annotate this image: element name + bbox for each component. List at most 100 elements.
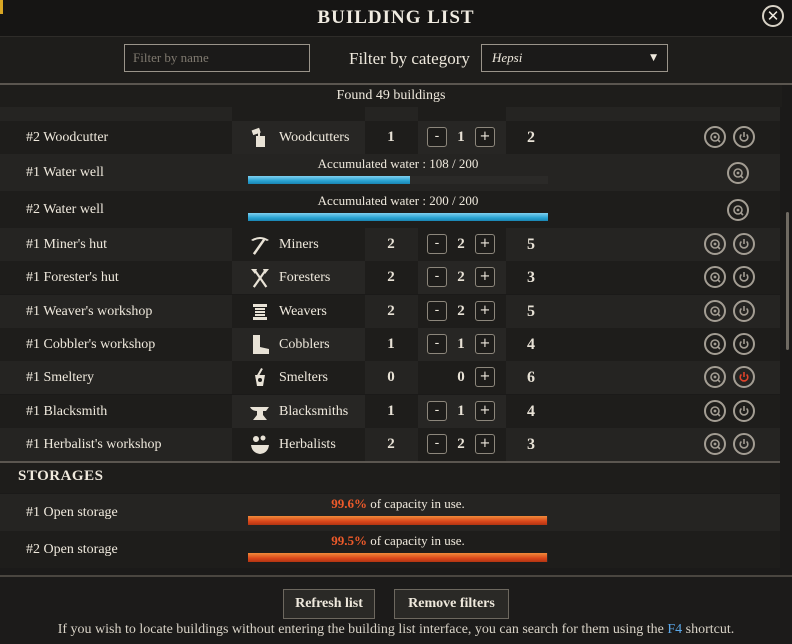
- increase-workers-button[interactable]: +: [475, 334, 495, 354]
- decrease-workers-button[interactable]: -: [427, 334, 447, 354]
- increase-workers-button[interactable]: +: [475, 234, 495, 254]
- worker-stepper: -2 +: [418, 428, 506, 461]
- power-toggle-button[interactable]: [733, 266, 755, 288]
- locate-button[interactable]: [727, 199, 749, 221]
- max-workers: 3: [527, 269, 535, 286]
- assigned-workers: 1: [457, 336, 465, 352]
- pickaxe-icon: [248, 233, 272, 257]
- max-workers: 5: [527, 236, 535, 253]
- job-cell: Cobblers: [232, 328, 365, 361]
- locate-button[interactable]: [704, 333, 726, 355]
- building-name: #1 Herbalist's workshop: [26, 437, 162, 452]
- decrease-workers-button[interactable]: -: [427, 127, 447, 147]
- locate-icon: [709, 238, 721, 250]
- category-select-value: Hepsi: [492, 50, 523, 65]
- spool-icon: [248, 300, 272, 324]
- job-cell: Weavers: [232, 295, 365, 328]
- power-toggle-button[interactable]: [733, 333, 755, 355]
- building-row[interactable]: #1 Herbalist's workshop Herbalists 2-2 + 3: [0, 428, 780, 461]
- assigned-workers: 2: [457, 303, 465, 319]
- job-cell: Blacksmiths: [232, 395, 365, 428]
- power-icon: [738, 405, 750, 417]
- building-row[interactable]: #1 Cobbler's workshop Cobblers 1-1 +4: [0, 328, 780, 361]
- job-name: Cobblers: [279, 337, 330, 352]
- power-toggle-button[interactable]: [733, 366, 755, 388]
- decrease-workers-button[interactable]: -: [427, 234, 447, 254]
- power-toggle-button[interactable]: [733, 233, 755, 255]
- storage-row[interactable]: #2 Open storage 99.5% of capacity in use.: [0, 531, 780, 568]
- decrease-workers-button[interactable]: -: [427, 434, 447, 454]
- building-row[interactable]: #1 Blacksmith Blacksmiths 1-1 +4: [0, 395, 780, 428]
- name-filter-input[interactable]: [124, 44, 310, 72]
- building-row[interactable]: #2 Woodcutter Woodcutters 1-1 +2: [0, 121, 780, 154]
- power-toggle-button[interactable]: [733, 300, 755, 322]
- refresh-list-button[interactable]: Refresh list: [283, 589, 375, 619]
- increase-workers-button[interactable]: +: [475, 301, 495, 321]
- footer: Refresh list Remove filters If you wish …: [0, 575, 792, 644]
- building-name: #1 Open storage: [26, 505, 118, 520]
- power-toggle-button[interactable]: [733, 433, 755, 455]
- locate-icon: [709, 131, 721, 143]
- building-row[interactable]: #1 Forester's hut Foresters 2-2 +3: [0, 261, 780, 294]
- assigned-workers: 1: [457, 403, 465, 419]
- locate-icon: [732, 204, 744, 216]
- power-icon: [738, 238, 750, 250]
- locate-button[interactable]: [704, 433, 726, 455]
- dropdown-arrow-icon: ▼: [650, 53, 657, 63]
- locate-icon: [709, 371, 721, 383]
- job-name: Herbalists: [279, 437, 336, 452]
- remove-filters-button[interactable]: Remove filters: [394, 589, 509, 619]
- building-name: #2 Water well: [26, 202, 104, 217]
- locate-button[interactable]: [704, 366, 726, 388]
- water-well-row[interactable]: #1 Water well Accumulated water : 108 / 2…: [0, 154, 780, 191]
- locate-icon: [709, 271, 721, 283]
- increase-workers-button[interactable]: +: [475, 267, 495, 287]
- power-toggle-button[interactable]: [733, 126, 755, 148]
- increase-workers-button[interactable]: +: [475, 367, 495, 387]
- worker-stepper: -2 +: [418, 295, 506, 328]
- building-row[interactable]: #1 Weaver's workshop Weavers 2-2 +5: [0, 295, 780, 328]
- assigned-workers: 2: [457, 436, 465, 452]
- current-workers: 0: [387, 369, 395, 385]
- job-cell: Miners: [232, 228, 365, 261]
- storage-capacity-fill: [248, 516, 547, 525]
- locate-icon: [709, 438, 721, 450]
- storage-capacity-label: 99.6% of capacity in use.: [248, 496, 548, 512]
- job-cell: Smelters: [232, 361, 365, 394]
- worker-stepper: -2 +: [418, 261, 506, 294]
- power-toggle-button[interactable]: [733, 400, 755, 422]
- increase-workers-button[interactable]: +: [475, 434, 495, 454]
- locate-button[interactable]: [704, 266, 726, 288]
- category-select[interactable]: Hepsi ▼: [481, 44, 668, 72]
- building-row[interactable]: #1 Miner's hut Miners 2-2 +5: [0, 228, 780, 261]
- scrollbar-thumb[interactable]: [786, 212, 789, 350]
- decrease-workers-button[interactable]: -: [427, 301, 447, 321]
- close-button[interactable]: ✕: [762, 5, 784, 27]
- storage-row[interactable]: #1 Open storage 99.6% of capacity in use.: [0, 494, 780, 531]
- power-icon: [738, 371, 750, 383]
- water-well-row[interactable]: #2 Water well Accumulated water : 200 / 2…: [0, 191, 780, 228]
- increase-workers-button[interactable]: +: [475, 401, 495, 421]
- job-name: Woodcutters: [279, 130, 350, 145]
- locate-button[interactable]: [727, 162, 749, 184]
- increase-workers-button[interactable]: +: [475, 127, 495, 147]
- job-cell: Woodcutters: [232, 121, 365, 154]
- decrease-workers-button[interactable]: -: [427, 401, 447, 421]
- title-bar: BUILDING LIST ✕: [0, 0, 792, 37]
- locate-icon: [709, 405, 721, 417]
- job-name: Blacksmiths: [279, 404, 349, 419]
- crossed-axes-icon: [248, 266, 272, 290]
- max-workers: 5: [527, 303, 535, 320]
- current-workers: 2: [387, 269, 395, 285]
- building-name: #2 Open storage: [26, 542, 118, 557]
- max-workers: 3: [527, 436, 535, 453]
- locate-button[interactable]: [704, 233, 726, 255]
- locate-button[interactable]: [704, 126, 726, 148]
- locate-button[interactable]: [704, 400, 726, 422]
- current-workers: 1: [387, 129, 395, 145]
- decrease-workers-button[interactable]: -: [427, 267, 447, 287]
- building-row[interactable]: #1 Smeltery Smelters 0 0 +6: [0, 361, 780, 394]
- locate-button[interactable]: [704, 300, 726, 322]
- close-icon: ✕: [766, 7, 780, 25]
- worker-stepper: -1 +: [418, 121, 506, 154]
